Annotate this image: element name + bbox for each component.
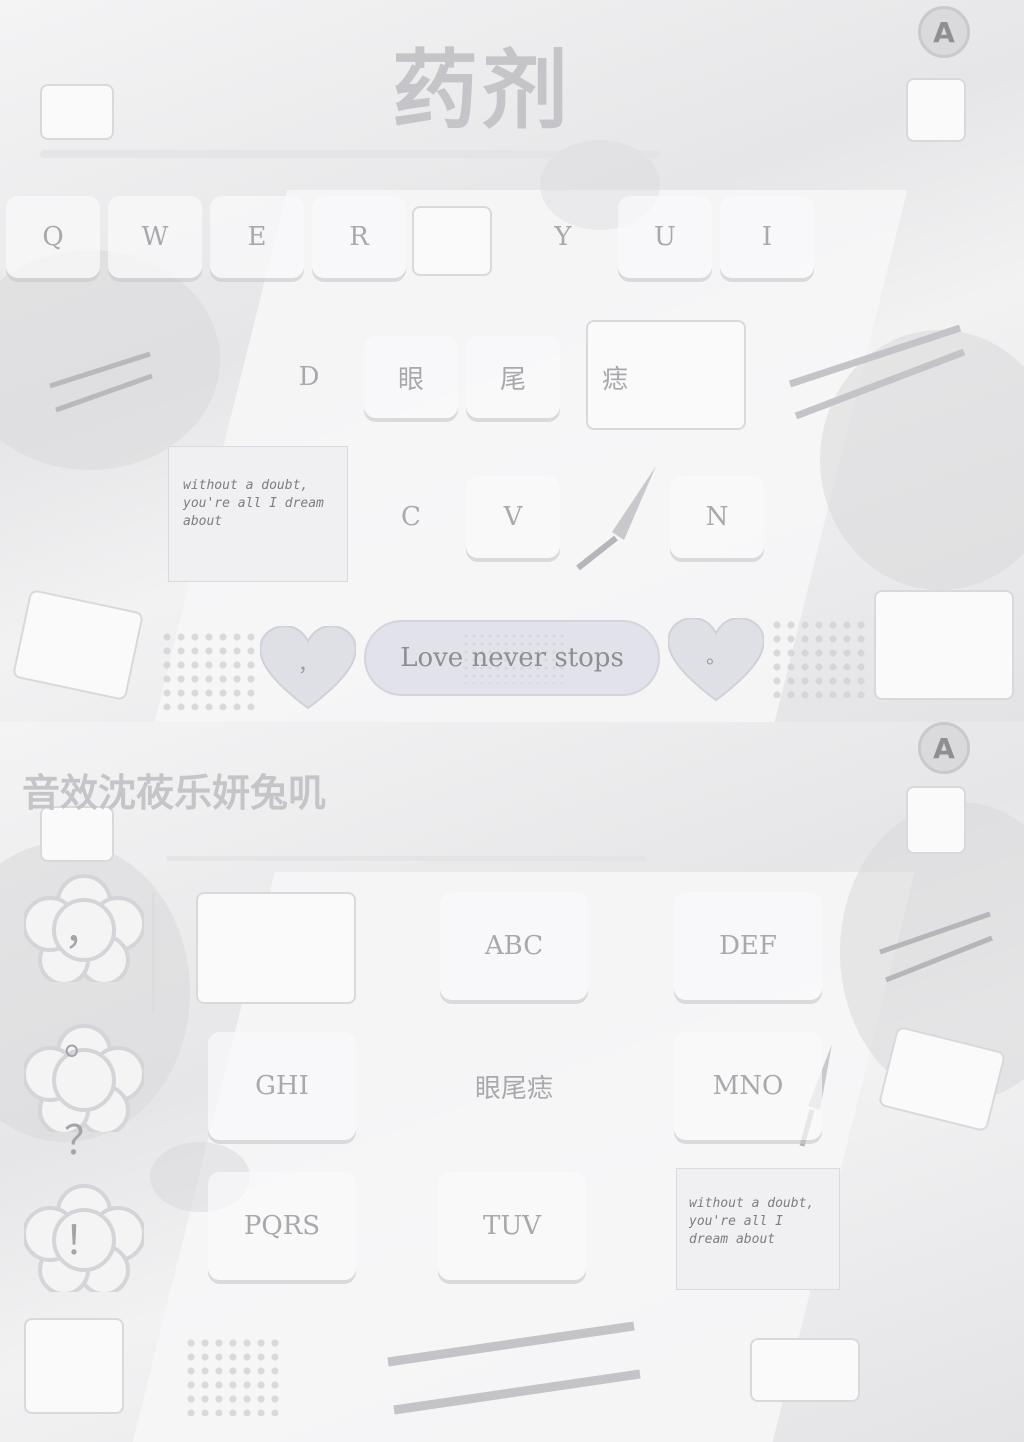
side-key-question[interactable]: ？ bbox=[24, 1082, 144, 1192]
side-key-question-label: ？ bbox=[64, 1118, 104, 1164]
keyboard-title: 药剂 bbox=[392, 41, 572, 141]
key-eye[interactable]: 眼 bbox=[364, 336, 458, 418]
side-key-comma[interactable]: ， bbox=[24, 872, 144, 982]
key-mole[interactable]: 痣 bbox=[568, 336, 662, 418]
syringe-icon bbox=[788, 324, 966, 420]
keyboard-switch-button[interactable]: A bbox=[918, 722, 970, 774]
side-key-exclamation[interactable]: ！ bbox=[24, 1182, 144, 1292]
syringe-icon bbox=[879, 911, 993, 983]
dotted-heart-decoration bbox=[160, 630, 260, 710]
side-key-comma-label: ， bbox=[64, 908, 104, 954]
t9-key-tuv[interactable]: TUV bbox=[438, 1172, 586, 1280]
medicine-box-image bbox=[196, 892, 356, 1004]
gauze-image bbox=[874, 590, 1014, 700]
comma-key-label: ， bbox=[298, 652, 318, 676]
key-u[interactable]: U bbox=[618, 196, 712, 278]
dotted-heart-decoration bbox=[184, 1336, 284, 1416]
t9-keyboard-panel: 音效沈莜乐妍兔叽 A ， 。 ？ ！ ABC DEF GHI 眼尾痣 MNO P… bbox=[0, 722, 1024, 1442]
t9-key-pqrs[interactable]: PQRS bbox=[208, 1172, 356, 1280]
key-i[interactable]: I bbox=[720, 196, 814, 278]
t9-key-ghi[interactable]: GHI bbox=[208, 1032, 356, 1140]
period-key-label: 。 bbox=[706, 644, 726, 668]
dotted-heart-decoration bbox=[770, 618, 870, 698]
key-n[interactable]: N bbox=[670, 476, 764, 558]
space-key[interactable]: Love never stops bbox=[364, 620, 660, 696]
title-underline bbox=[40, 150, 660, 158]
keyboard-title: 音效沈莜乐妍兔叽 bbox=[22, 771, 327, 815]
key-q[interactable]: Q bbox=[6, 196, 100, 278]
key-d[interactable]: D bbox=[262, 336, 356, 418]
key-v[interactable]: V bbox=[466, 476, 560, 558]
t9-key-jkl[interactable]: 眼尾痣 bbox=[440, 1032, 588, 1140]
game-console-image bbox=[906, 786, 966, 854]
knife-icon bbox=[576, 466, 656, 571]
key-c[interactable]: C bbox=[364, 476, 458, 558]
t9-key-def[interactable]: DEF bbox=[674, 892, 822, 1000]
period-key[interactable]: 。 bbox=[667, 617, 765, 702]
side-key-exclamation-label: ！ bbox=[64, 1218, 104, 1264]
game-console-image bbox=[24, 1318, 124, 1414]
key-e[interactable]: E bbox=[210, 196, 304, 278]
handwritten-note-image: without a doubt, you're all I dream abou… bbox=[168, 446, 348, 582]
keyboard-switch-button[interactable]: A bbox=[918, 6, 970, 58]
first-aid-box-image bbox=[40, 84, 114, 140]
comma-key[interactable]: ， bbox=[259, 625, 357, 710]
game-console-image bbox=[906, 78, 966, 142]
side-column-divider bbox=[152, 892, 155, 1012]
t9-key-mno[interactable]: MNO bbox=[674, 1032, 822, 1140]
handwritten-note-image: without a doubt, you're all I dream abou… bbox=[676, 1168, 840, 1290]
key-y[interactable]: Y bbox=[516, 196, 610, 278]
side-key-period-label: 。 bbox=[64, 1018, 104, 1064]
qwerty-keyboard-panel: 药剂 A Q W E R T Y U I D 眼 尾 痣 without a d… bbox=[0, 0, 1024, 722]
syringe-icon bbox=[49, 351, 153, 413]
bandage-image bbox=[750, 1338, 860, 1402]
syringe-icon bbox=[387, 1321, 641, 1415]
key-w[interactable]: W bbox=[108, 196, 202, 278]
title-underline bbox=[166, 856, 646, 861]
pill-case-image bbox=[11, 588, 145, 702]
t9-key-abc[interactable]: ABC bbox=[440, 892, 588, 1000]
space-key-label: Love never stops bbox=[400, 643, 624, 673]
key-tail[interactable]: 尾 bbox=[466, 336, 560, 418]
key-r[interactable]: R bbox=[312, 196, 406, 278]
key-t[interactable]: T bbox=[414, 196, 508, 278]
